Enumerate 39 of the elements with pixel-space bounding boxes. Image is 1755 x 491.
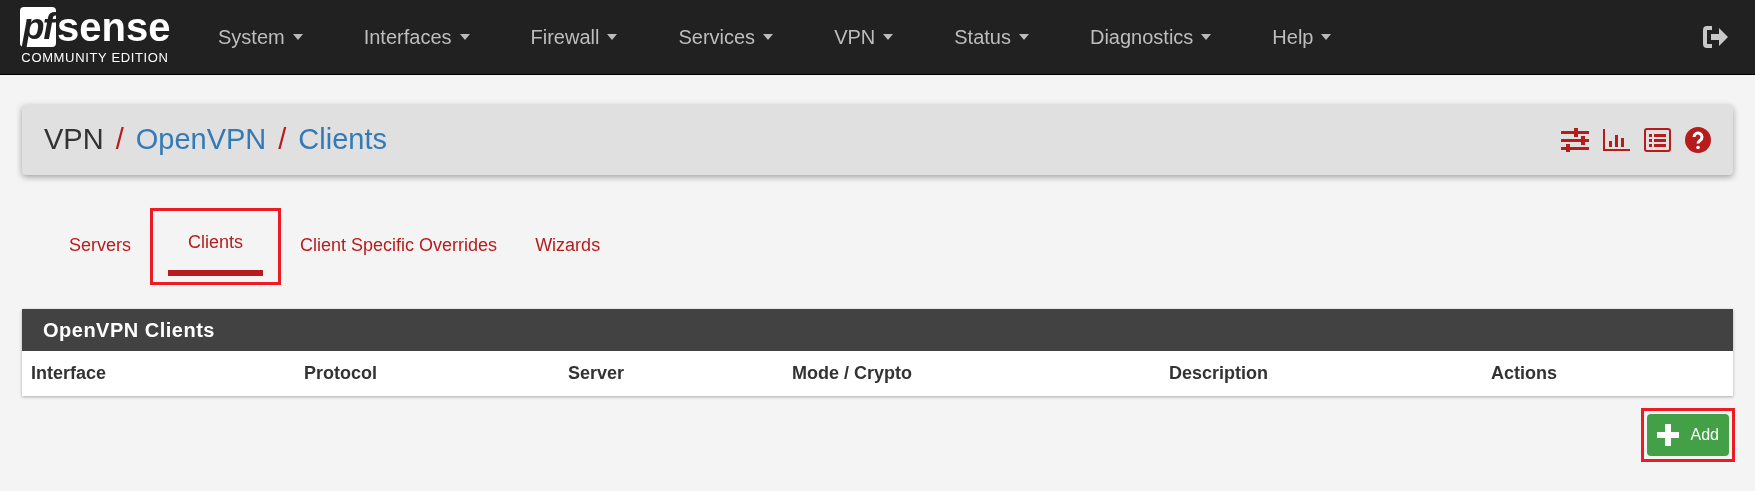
- nav-menu[interactable]: Diagnostics: [1087, 22, 1214, 52]
- nav-menu[interactable]: System: [216, 22, 305, 52]
- caret-icon: [292, 34, 303, 40]
- bar-chart-icon[interactable]: [1603, 129, 1630, 151]
- nav-menu[interactable]: Interfaces: [361, 22, 472, 52]
- breadcrumb-separator: /: [115, 122, 124, 158]
- column-header: Description: [1169, 362, 1270, 385]
- panel-title: OpenVPN Clients: [22, 309, 1733, 351]
- breadcrumb-text: VPN: [44, 122, 104, 158]
- column-header: Actions: [1491, 362, 1558, 385]
- caret-icon: [459, 34, 470, 40]
- tab[interactable]: Client Specific Overrides: [296, 232, 502, 273]
- caret-icon: [1201, 34, 1212, 40]
- nav-menu[interactable]: Status: [952, 22, 1031, 52]
- tab[interactable]: Clients: [168, 229, 264, 276]
- breadcrumb-separator: /: [278, 122, 287, 158]
- column-header: Server: [568, 362, 626, 385]
- nav-menu[interactable]: VPN: [832, 22, 896, 52]
- column-header: Interface: [31, 362, 108, 385]
- nav-menu[interactable]: Help: [1270, 22, 1334, 52]
- caret-icon: [883, 34, 894, 40]
- logo-text: sense: [57, 6, 171, 47]
- plus-icon: [1656, 424, 1679, 446]
- caret-icon: [763, 34, 774, 40]
- tab[interactable]: Servers: [65, 232, 135, 273]
- nav-menu[interactable]: Services: [676, 22, 776, 52]
- list-icon[interactable]: [1644, 128, 1671, 152]
- caret-icon: [607, 34, 618, 40]
- sliders-icon[interactable]: [1561, 128, 1589, 152]
- column-header: Protocol: [304, 362, 378, 385]
- tab[interactable]: Wizards: [531, 232, 605, 273]
- caret-icon: [1321, 34, 1332, 40]
- logout-icon[interactable]: [1703, 26, 1729, 48]
- logo-mark: pf: [19, 6, 56, 47]
- edition-label: COMMUNITY EDITION: [21, 48, 169, 67]
- help-icon[interactable]: [1685, 127, 1711, 153]
- caret-icon: [1018, 34, 1029, 40]
- nav-menu[interactable]: Firewall: [528, 22, 620, 52]
- column-header: Mode / Crypto: [792, 362, 913, 385]
